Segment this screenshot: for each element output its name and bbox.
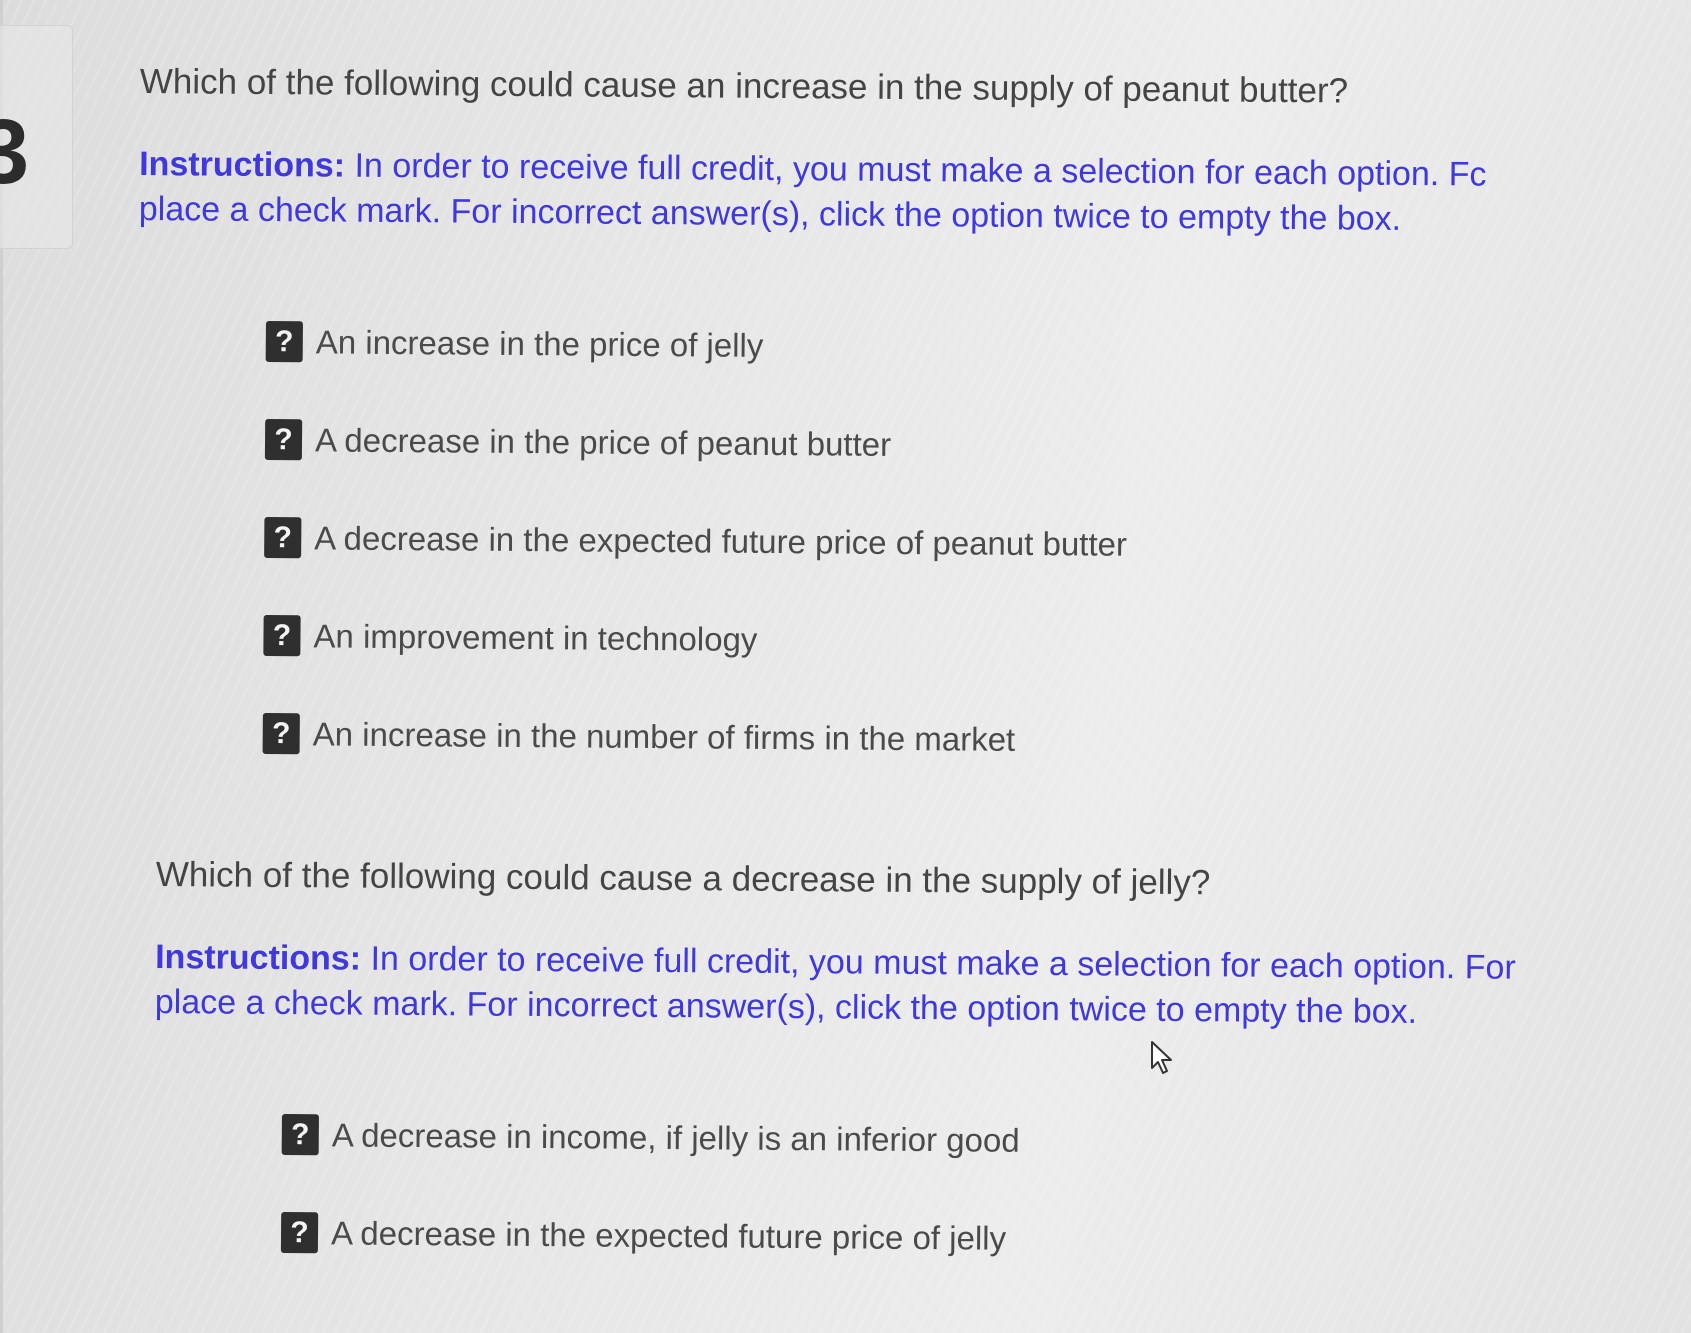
option-label: A decrease in the expected future price … [330, 1213, 1007, 1257]
question-mark-icon[interactable]: ? [263, 614, 301, 657]
instructions-line-1: In order to receive full credit, you mus… [354, 146, 1487, 194]
option-decrease-income-inferior-good[interactable]: ? A decrease in income, if jelly is an i… [281, 1113, 1515, 1165]
question-mark-icon[interactable]: ? [264, 516, 302, 559]
option-decrease-expected-future-price-peanut-butter[interactable]: ? A decrease in the expected future pric… [264, 516, 1484, 568]
option-label: A decrease in the expected future price … [314, 518, 1128, 563]
option-improvement-technology[interactable]: ? An improvement in technology [263, 614, 1483, 666]
option-decrease-price-peanut-butter[interactable]: ? A decrease in the price of peanut butt… [264, 418, 1485, 470]
option-decrease-expected-future-price-jelly[interactable]: ? A decrease in the expected future pric… [280, 1211, 1514, 1263]
instructions-line-2: place a check mark. For incorrect answer… [138, 189, 1402, 238]
question-mark-icon[interactable]: ? [262, 712, 300, 755]
question-mark-icon[interactable]: ? [281, 1113, 319, 1156]
instructions-lead: Instructions: [139, 144, 346, 185]
instructions-line-2: place a check mark. For incorrect answer… [154, 982, 1418, 1031]
option-increase-price-jelly[interactable]: ? An increase in the price of jelly [265, 320, 1486, 372]
question-number-card: 3 [0, 25, 73, 249]
instructions-lead: Instructions: [155, 937, 362, 978]
option-label: An increase in the price of jelly [315, 322, 764, 364]
question-1: Which of the following could cause an in… [134, 62, 1487, 821]
question-mark-icon[interactable]: ? [280, 1211, 319, 1254]
question-number: 3 [0, 106, 29, 198]
question-2-text: Which of the following could cause a dec… [155, 855, 1211, 903]
question-mark-icon[interactable]: ? [265, 320, 303, 363]
option-label: A decrease in income, if jelly is an inf… [331, 1115, 1020, 1159]
option-label: An improvement in technology [313, 616, 758, 658]
question-1-instructions: Instructions: In order to receive full c… [139, 142, 1487, 243]
question-2-options: ? A decrease in income, if jelly is an i… [280, 1113, 1515, 1263]
instructions-line-1: In order to receive full credit, you mus… [370, 939, 1516, 987]
option-increase-number-of-firms[interactable]: ? An increase in the number of firms in … [262, 712, 1483, 764]
question-1-text: Which of the following could cause an in… [139, 62, 1349, 111]
mouse-pointer-icon [1151, 1041, 1172, 1074]
option-label: An increase in the number of firms in th… [312, 714, 1016, 758]
question-2: Which of the following could cause a dec… [152, 855, 1516, 1320]
option-label: A decrease in the price of peanut butter [314, 420, 892, 463]
question-mark-icon[interactable]: ? [264, 418, 303, 461]
question-2-instructions: Instructions: In order to receive full c… [155, 935, 1516, 1036]
question-1-options: ? An increase in the price of jelly ? A … [262, 320, 1486, 764]
